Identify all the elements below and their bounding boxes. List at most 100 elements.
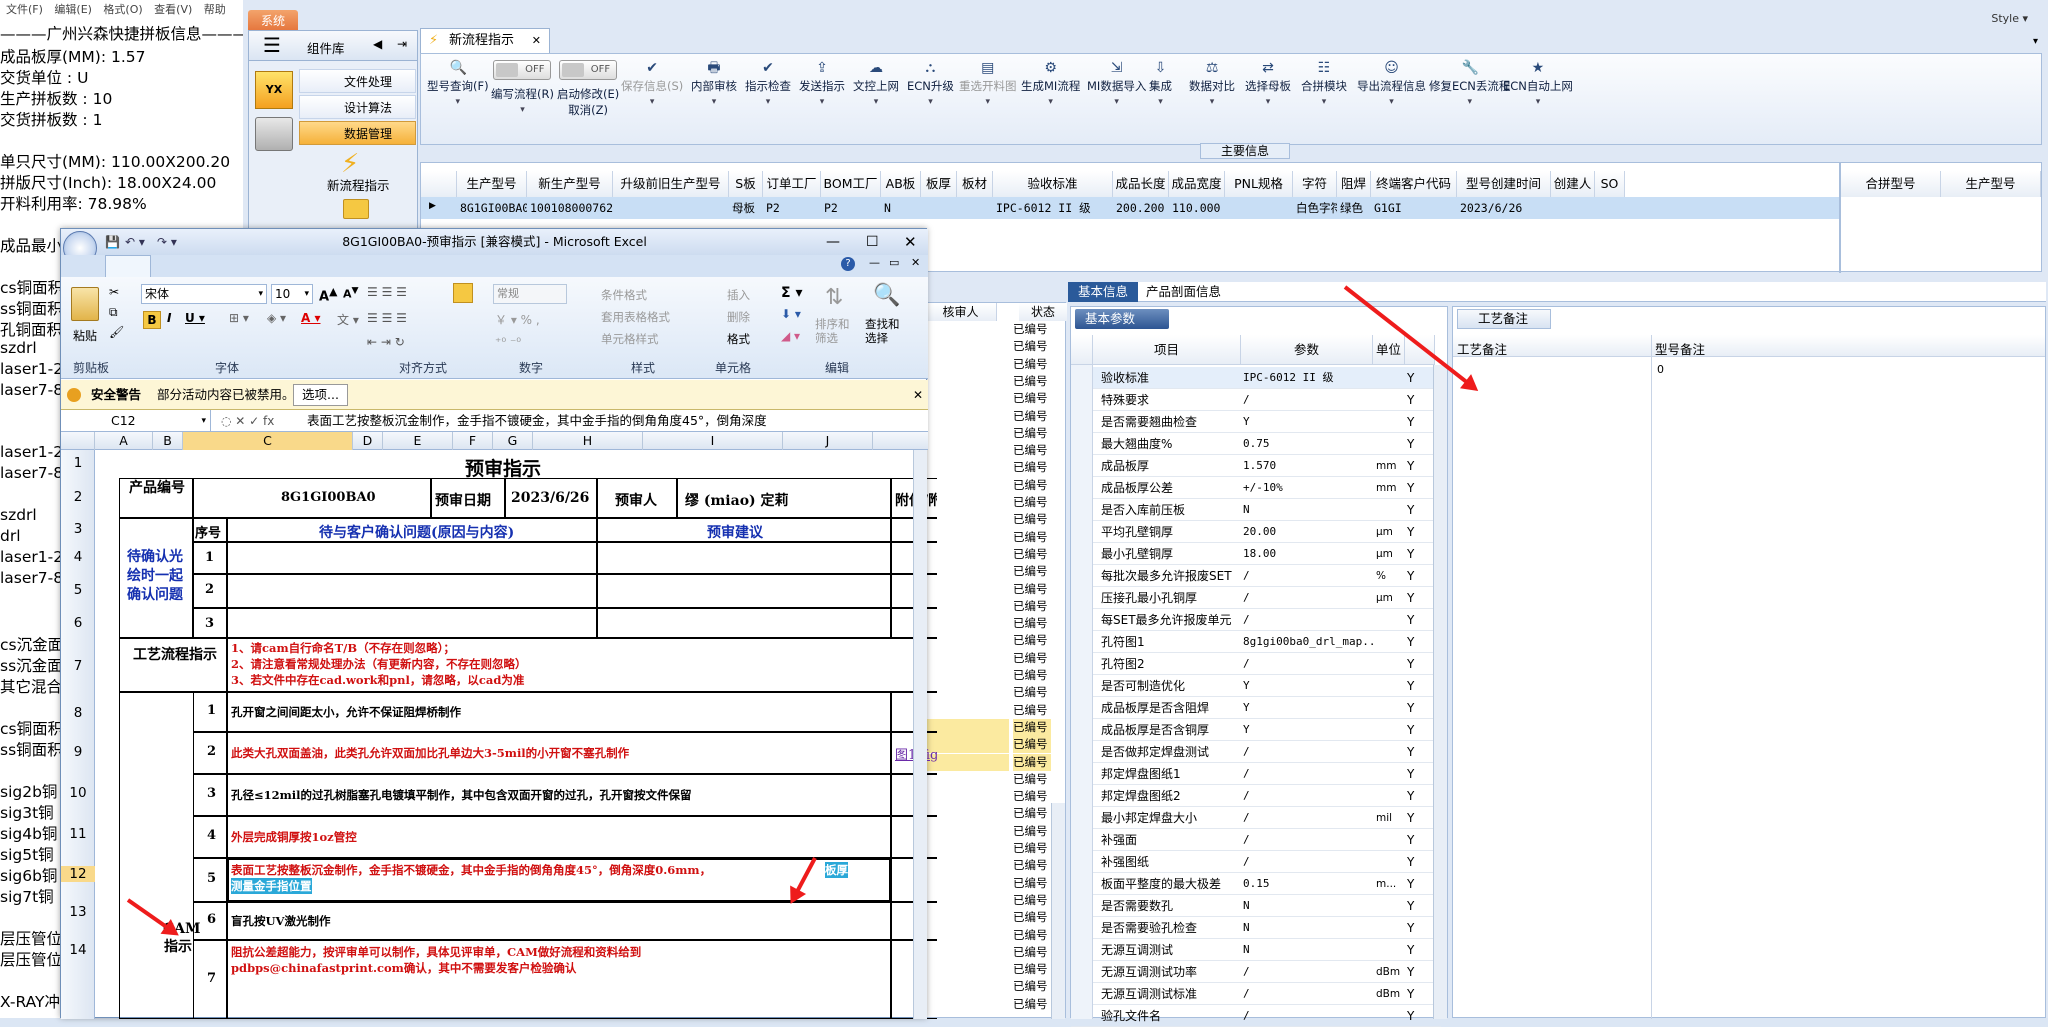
cell-suggest[interactable]	[597, 574, 891, 608]
status-cell[interactable]: 已编号	[1013, 408, 1051, 425]
indent-icon[interactable]: ⇤ ⇥ ↻	[367, 335, 405, 349]
status-cell[interactable]: 已编号	[1013, 615, 1051, 632]
phonetic-icon[interactable]: 文 ▾	[337, 311, 359, 328]
column-letter[interactable]: I	[643, 432, 783, 450]
column-header[interactable]: 核审人	[925, 303, 997, 321]
close-icon[interactable]: ✕	[913, 380, 923, 410]
param-value[interactable]: Y	[1243, 719, 1373, 741]
vertical-scrollbar[interactable]	[913, 450, 927, 1019]
align-left-icon[interactable]: ☰ ☰ ☰	[367, 311, 407, 325]
status-cell[interactable]: 已编号	[1013, 356, 1051, 373]
ribbon-button[interactable]: ⚖ 数据对比 ▾	[1189, 60, 1235, 110]
device-icon[interactable]	[255, 117, 293, 151]
param-value[interactable]: N	[1243, 939, 1373, 961]
column-header[interactable]: 板材	[957, 171, 993, 197]
column-letter[interactable]: C	[183, 432, 353, 450]
row-number[interactable]: 1	[61, 455, 95, 471]
column-header[interactable]: 状态	[1019, 303, 1067, 321]
ribbon-close-icon[interactable]: ✕	[911, 255, 920, 271]
table-cell[interactable]: 200.200	[1113, 198, 1169, 218]
table-cell[interactable]: P2	[763, 198, 821, 218]
table-row[interactable]: 是否可制造优化 Y Y	[1071, 675, 1441, 697]
table-cell[interactable]: G1GI	[1371, 198, 1457, 218]
table-cell[interactable]: IPC-6012 II 级	[993, 198, 1113, 218]
toggle-switch[interactable]: OFF	[559, 60, 618, 80]
ribbon-button[interactable]: 🔧 修复ECN丢流程 ▾	[1429, 60, 1510, 110]
cell-pending[interactable]	[227, 542, 597, 574]
status-cell[interactable]: 已编号	[1013, 338, 1051, 355]
status-cell[interactable]: 已编号	[1013, 650, 1051, 667]
paste-icon[interactable]	[71, 287, 99, 321]
param-value[interactable]: Y	[1243, 411, 1373, 433]
table-row[interactable]: 邦定焊盘图纸1 / Y	[1071, 763, 1441, 785]
cell-pending[interactable]	[227, 574, 597, 608]
tab-profile-info[interactable]: 产品剖面信息	[1146, 282, 1221, 302]
notepad-menu[interactable]: 文件(F) 编辑(E) 格式(O) 查看(V) 帮助	[0, 0, 249, 20]
table-cell[interactable]	[1225, 198, 1293, 218]
status-cell[interactable]: 已编号	[1013, 598, 1051, 615]
column-header[interactable]: S板	[729, 171, 763, 197]
column-header[interactable]: 验收标准	[993, 171, 1113, 197]
row-number[interactable]: 11	[61, 826, 95, 842]
status-cell[interactable]: 已编号	[1013, 702, 1051, 719]
cell-suggest[interactable]	[597, 608, 891, 638]
system-tab[interactable]: 系统	[248, 10, 298, 32]
ribbon-button[interactable]: ★ ECN自动上网 ▾	[1503, 60, 1573, 110]
status-cell[interactable]: 已编号	[1013, 909, 1051, 926]
italic-icon[interactable]: I	[167, 311, 171, 325]
ribbon-button[interactable]: ⇪ 发送指示 ▾	[799, 60, 845, 110]
status-cell[interactable]: 已编号	[1013, 511, 1051, 528]
ribbon-button[interactable]: ⇄ 选择母板 ▾	[1245, 60, 1291, 110]
status-cell[interactable]: 已编号	[1013, 736, 1051, 754]
row-number[interactable]: 14	[61, 942, 95, 958]
table-row[interactable]: 板面平整度的最大极差 0.15 m... Y	[1071, 873, 1441, 895]
ribbon-button[interactable]: 🔍 型号查询(F) ▾	[427, 60, 489, 110]
conditional-format-button[interactable]: 条件格式	[601, 287, 647, 303]
param-value[interactable]: N	[1243, 499, 1373, 521]
fill-icon[interactable]: ⬇ ▾	[781, 307, 801, 321]
help-icon[interactable]: ?	[841, 257, 855, 271]
table-row[interactable]: 成品板厚公差 +/-10% mm Y	[1071, 477, 1441, 499]
new-flow-label[interactable]: 新流程指示	[327, 175, 390, 194]
status-cell[interactable]: 已编号	[1013, 494, 1051, 511]
table-row[interactable]: 压接孔最小孔铜厚 / μm Y	[1071, 587, 1441, 609]
table-row[interactable]: 最小邦定焊盘大小 / mil Y	[1071, 807, 1441, 829]
column-letter[interactable]: A	[95, 432, 153, 450]
pin-icon[interactable]: ⇥	[397, 37, 407, 51]
clear-icon[interactable]: ◢ ▾	[781, 329, 800, 343]
undo-icon[interactable]: ↶ ▾	[125, 229, 145, 255]
table-row[interactable]: 补强面 / Y	[1071, 829, 1441, 851]
vertical-scrollbar[interactable]	[1051, 803, 1065, 1019]
column-letter[interactable]: D	[353, 432, 383, 450]
sort-filter-button[interactable]: 排序和筛选	[815, 317, 855, 345]
column-letter[interactable]: J	[783, 432, 873, 450]
table-row[interactable]: 补强图纸 / Y	[1071, 851, 1441, 873]
param-value[interactable]: /	[1243, 785, 1373, 807]
status-cell[interactable]: 已编号	[1013, 788, 1051, 805]
copy-icon[interactable]: ⧉	[109, 305, 118, 320]
row-number[interactable]: 3	[61, 521, 95, 537]
save-icon[interactable]: 💾	[105, 229, 120, 255]
status-cell[interactable]: 已编号	[1013, 632, 1051, 649]
ribbon-button[interactable]: ▤ 重选开料图 ▾	[959, 60, 1017, 110]
ribbon-button[interactable]: ✔ 保存信息(S) ▾	[621, 60, 683, 110]
table-cell[interactable]: 8G1GI00BA0	[457, 198, 527, 218]
status-cell[interactable]: 已编号	[1013, 581, 1051, 598]
underline-icon[interactable]: U ▾	[185, 311, 205, 325]
fire-alarm-icon[interactable]: YX	[255, 71, 293, 109]
status-cell[interactable]: 已编号	[1013, 892, 1051, 909]
table-format-button[interactable]: 套用表格格式	[601, 309, 670, 325]
param-value[interactable]: /	[1243, 741, 1373, 763]
cell-suggest[interactable]	[597, 542, 891, 574]
find-icon[interactable]: 🔍	[873, 283, 900, 308]
table-cell[interactable]	[1595, 198, 1625, 218]
font-name-select[interactable]: 宋体 ▾	[141, 284, 267, 304]
status-cell[interactable]: 已编号	[1013, 477, 1051, 494]
table-cell[interactable]: 绿色	[1337, 198, 1371, 218]
status-cell[interactable]: 已编号	[1013, 442, 1051, 459]
ribbon-restore-icon[interactable]: ▭	[889, 255, 899, 271]
ribbon-button[interactable]: ⛬ ECN升级 ▾	[907, 60, 954, 110]
row-number[interactable]: 12	[61, 866, 95, 882]
column-header[interactable]: 板厚	[921, 171, 957, 197]
bold-icon[interactable]: B	[143, 311, 161, 329]
